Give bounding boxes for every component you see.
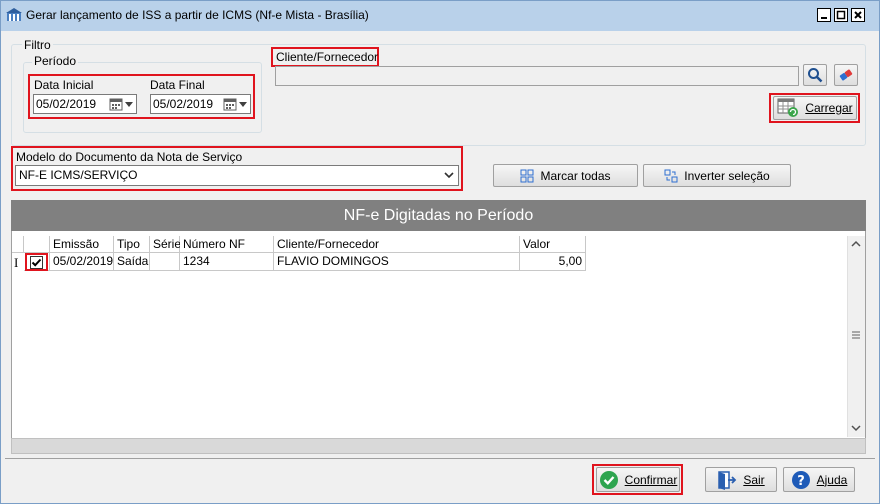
eraser-icon bbox=[839, 69, 853, 81]
app-building-icon bbox=[6, 8, 22, 21]
cell-numero-nf[interactable]: 1234 bbox=[180, 253, 274, 271]
filter-group-label: Filtro bbox=[22, 38, 53, 52]
calendar-dropdown-icon[interactable] bbox=[109, 98, 135, 111]
maximize-button[interactable] bbox=[834, 8, 848, 22]
search-icon bbox=[808, 68, 823, 83]
close-icon bbox=[854, 11, 862, 19]
cell-tipo[interactable]: Saída bbox=[114, 253, 150, 271]
load-button-label: Carregar bbox=[805, 101, 853, 115]
model-label: Modelo do Documento da Nota de Serviço bbox=[16, 150, 243, 164]
grid-select-icon bbox=[520, 169, 534, 182]
end-date-field[interactable]: 05/02/2019 bbox=[150, 94, 251, 114]
column-valor[interactable]: Valor bbox=[520, 236, 586, 253]
check-circle-icon bbox=[599, 470, 618, 489]
grid-status-bar bbox=[11, 438, 866, 454]
column-cliente-fornecedor[interactable]: Cliente/Fornecedor bbox=[274, 236, 520, 253]
column-numero-nf[interactable]: Número NF bbox=[180, 236, 274, 253]
mark-all-label: Marcar todas bbox=[540, 168, 611, 183]
maximize-icon bbox=[836, 10, 846, 20]
column-tipo[interactable]: Tipo bbox=[114, 236, 150, 253]
help-button-label: Ajuda bbox=[816, 472, 848, 487]
scroll-down-icon[interactable] bbox=[851, 424, 861, 432]
table-refresh-icon bbox=[777, 98, 799, 117]
minimize-button[interactable] bbox=[817, 8, 831, 22]
invert-selection-button[interactable]: Inverter seleção bbox=[643, 164, 791, 187]
svg-text:?: ? bbox=[797, 474, 805, 489]
row-indicator-header bbox=[12, 236, 24, 253]
scroll-thumb-grip-icon[interactable] bbox=[852, 331, 860, 340]
confirm-button-label: Confirmar bbox=[624, 472, 678, 487]
chevron-down-icon bbox=[444, 172, 454, 179]
client-clear-button[interactable] bbox=[834, 64, 858, 86]
exit-button-label: Sair bbox=[743, 472, 765, 487]
calendar-dropdown-icon[interactable] bbox=[223, 98, 249, 111]
client-search-button[interactable] bbox=[803, 64, 827, 86]
invert-selection-label: Inverter seleção bbox=[684, 168, 770, 183]
model-selected-value: NF-E ICMS/SERVIÇO bbox=[19, 168, 138, 182]
scroll-up-icon[interactable] bbox=[851, 240, 861, 248]
close-button[interactable] bbox=[851, 8, 865, 22]
minimize-icon bbox=[821, 17, 827, 19]
cell-emissao[interactable]: 05/02/2019 bbox=[50, 253, 114, 271]
column-serie[interactable]: Série bbox=[150, 236, 181, 253]
cell-serie[interactable] bbox=[150, 253, 180, 271]
column-emissao[interactable]: Emissão bbox=[50, 236, 114, 253]
cell-cliente[interactable]: FLAVIO DOMINGOS bbox=[274, 253, 520, 271]
help-button[interactable]: ? Ajuda bbox=[783, 467, 855, 492]
table-row-checkbox-cell[interactable] bbox=[24, 253, 50, 271]
mark-all-button[interactable]: Marcar todas bbox=[493, 164, 638, 187]
checkbox-checked-icon[interactable] bbox=[30, 256, 43, 269]
invert-selection-icon bbox=[664, 169, 678, 182]
end-date-label: Data Final bbox=[150, 78, 205, 92]
cell-valor[interactable]: 5,00 bbox=[520, 253, 586, 271]
start-date-label: Data Inicial bbox=[34, 78, 94, 92]
help-question-icon: ? bbox=[791, 470, 810, 489]
period-group-label: Período bbox=[32, 54, 79, 68]
exit-button[interactable]: Sair bbox=[705, 467, 777, 492]
check-column-header[interactable] bbox=[24, 236, 50, 253]
grid-title: NF-e Digitadas no Período bbox=[11, 200, 866, 231]
footer-divider bbox=[5, 458, 875, 459]
exit-door-icon bbox=[718, 470, 737, 490]
load-button[interactable]: Carregar bbox=[773, 96, 857, 120]
client-field[interactable] bbox=[275, 66, 799, 86]
grid-vertical-scrollbar[interactable] bbox=[847, 236, 865, 437]
client-label: Cliente/Fornecedor bbox=[276, 50, 379, 64]
row-indicator: I bbox=[14, 255, 19, 270]
model-select[interactable]: NF-E ICMS/SERVIÇO bbox=[15, 165, 459, 186]
start-date-field[interactable]: 05/02/2019 bbox=[33, 94, 137, 114]
confirm-button[interactable]: Confirmar bbox=[596, 467, 680, 492]
start-date-value: 05/02/2019 bbox=[36, 97, 97, 111]
end-date-value: 05/02/2019 bbox=[153, 97, 214, 111]
window-title: Gerar lançamento de ISS a partir de ICMS… bbox=[26, 8, 369, 22]
